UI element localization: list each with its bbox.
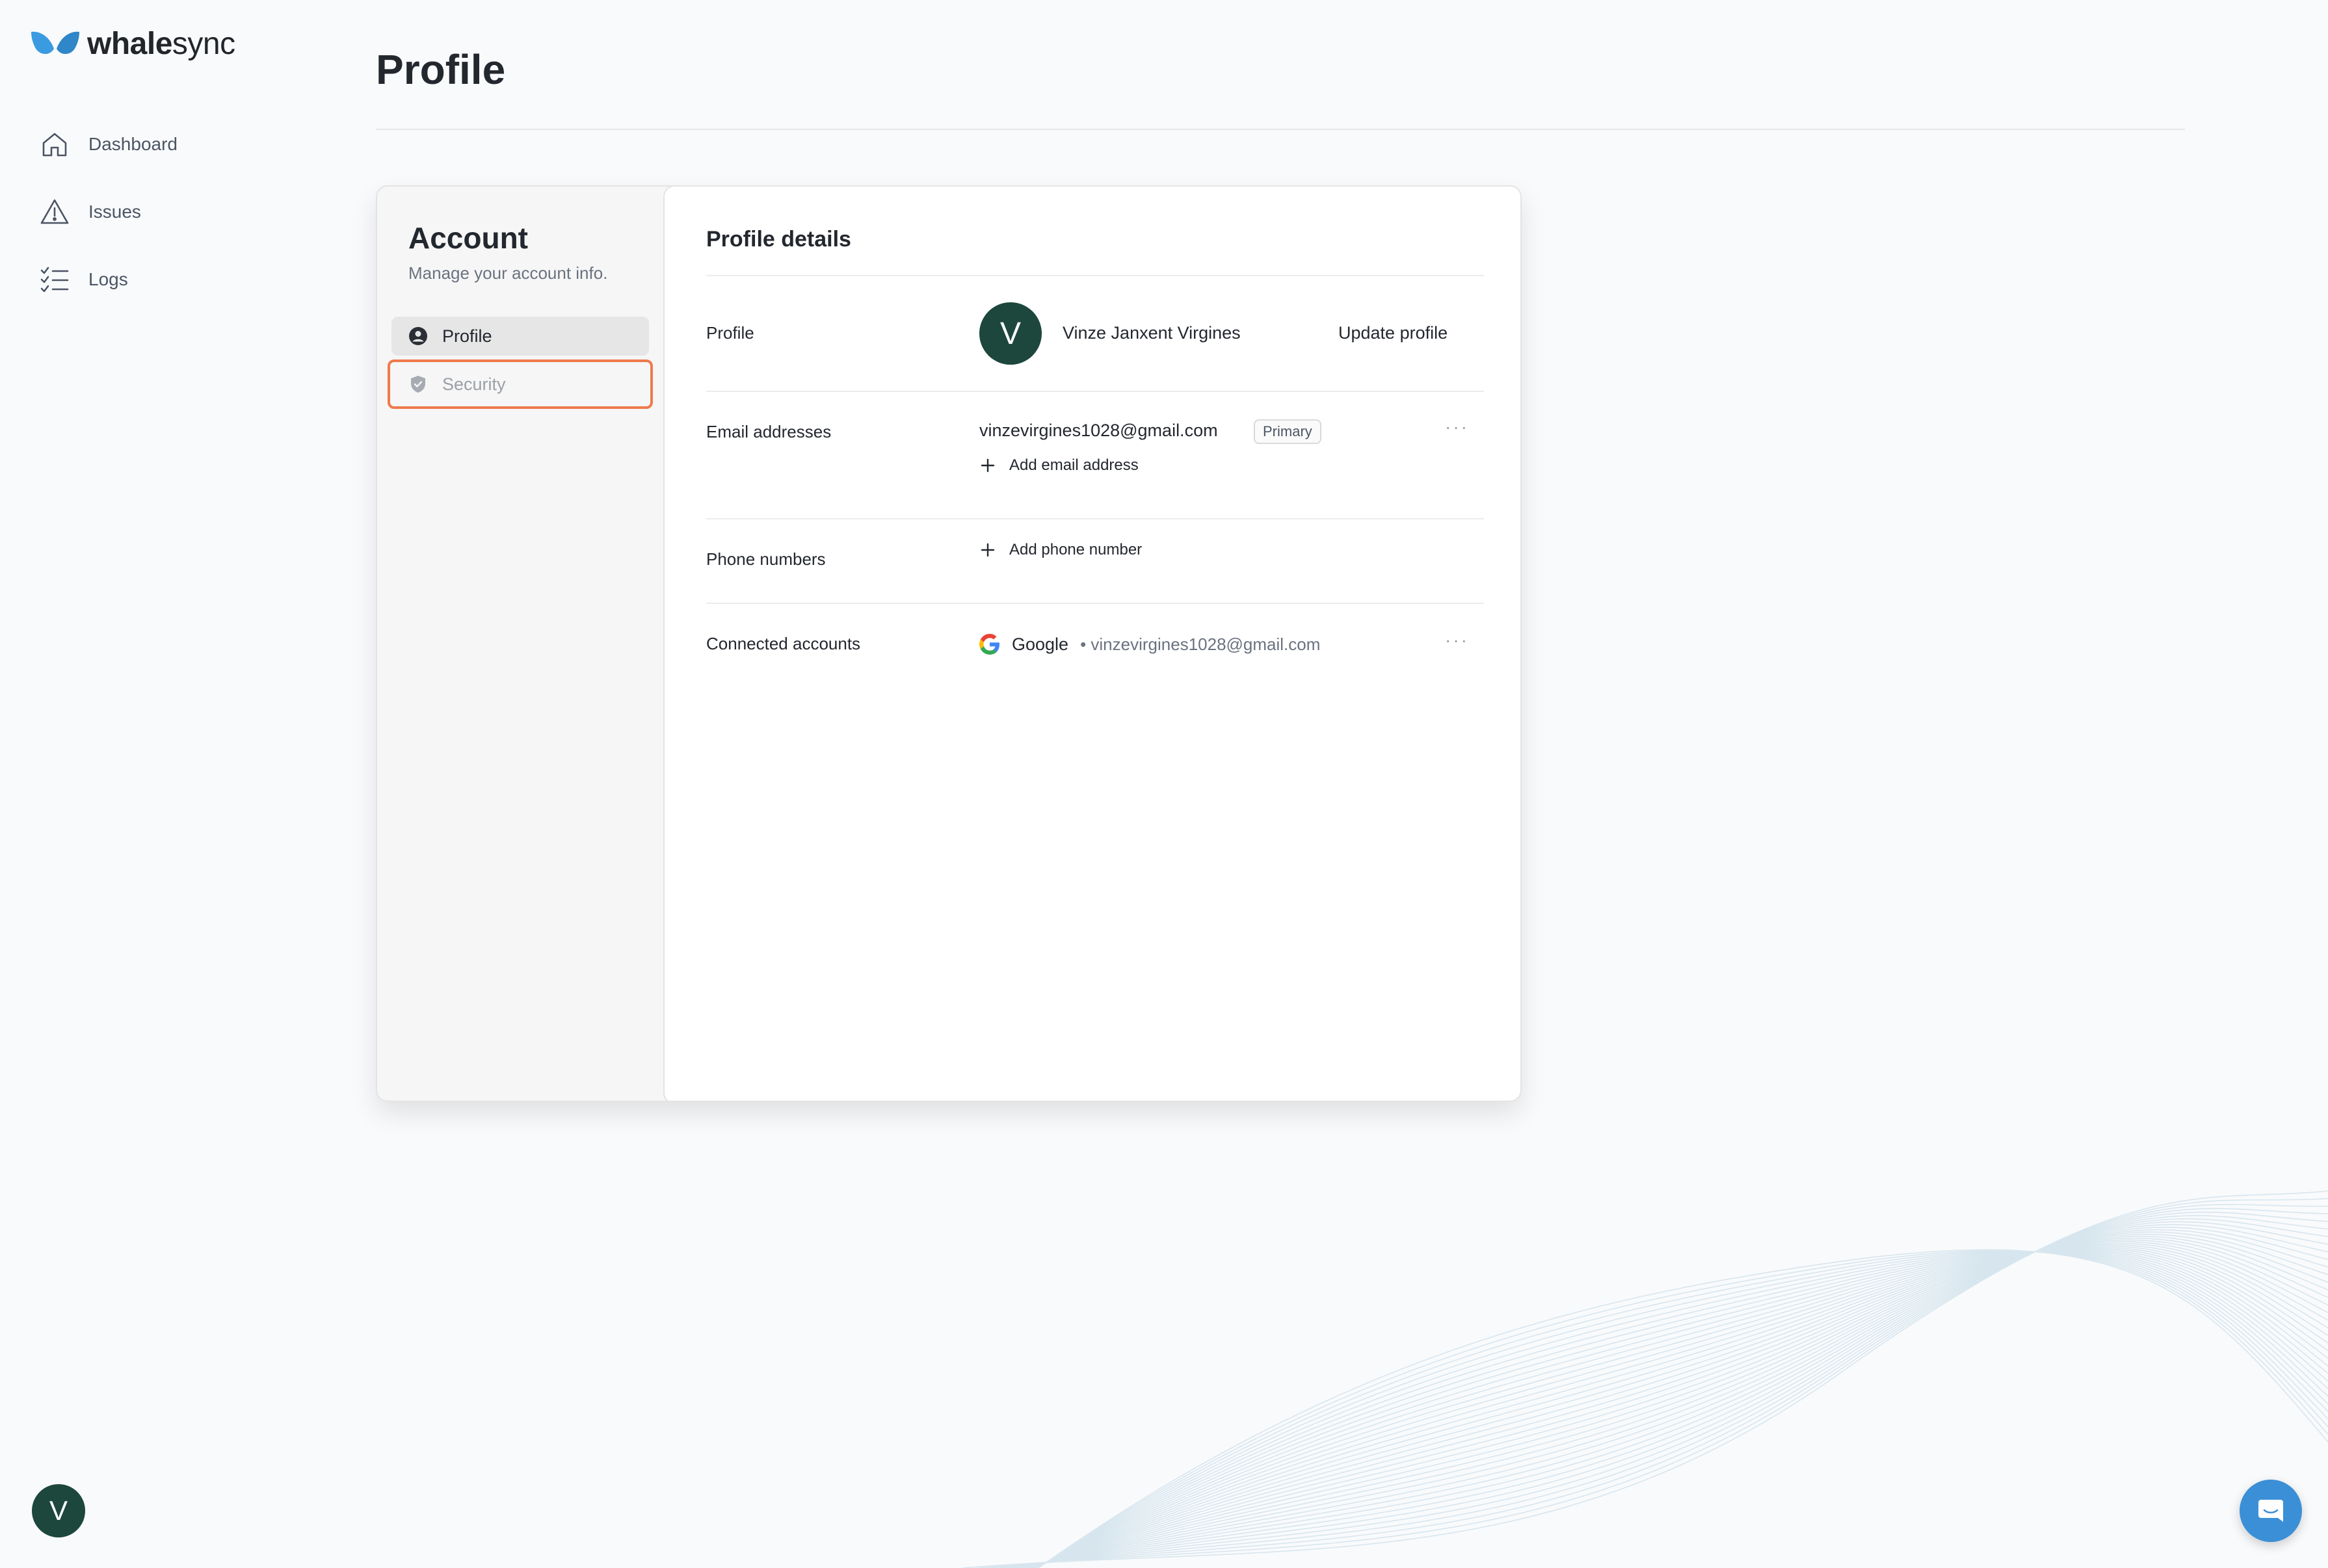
- wave-line: [1025, 1233, 2328, 1568]
- wave-line: [1037, 1249, 2328, 1568]
- connected-more-button[interactable]: ···: [1445, 630, 1469, 651]
- list-check-icon: [40, 267, 69, 293]
- section-divider: [706, 275, 1484, 276]
- profile-details-panel: Profile details Profile V Vinze Janxent …: [663, 187, 1520, 1101]
- wave-line: [1015, 1221, 2328, 1568]
- page-title: Profile: [376, 46, 506, 93]
- wave-line: [1037, 1249, 2328, 1568]
- update-profile-button[interactable]: Update profile: [1338, 323, 1448, 343]
- section-divider: [706, 603, 1484, 604]
- nav-item-logs[interactable]: Logs: [39, 246, 178, 313]
- account-sidebar: Account Manage your account info. Profil…: [377, 187, 663, 1101]
- wave-line: [1029, 1239, 2328, 1568]
- wave-line: [1034, 1249, 2328, 1568]
- section-divider: [706, 391, 1484, 392]
- wave-line: [1037, 1251, 2328, 1568]
- nav-item-issues[interactable]: Issues: [39, 178, 178, 246]
- plus-icon: [981, 543, 995, 557]
- account-menu-profile-label: Profile: [442, 326, 492, 346]
- add-email-label: Add email address: [1009, 456, 1139, 474]
- email-row-label: Email addresses: [706, 422, 832, 441]
- wave-line: [1035, 1250, 2328, 1568]
- shield-icon: [411, 376, 425, 393]
- wave-line: [1034, 1249, 2328, 1568]
- background-waves: [962, 1190, 2328, 1568]
- header-divider: [376, 129, 2185, 130]
- nav-item-dashboard[interactable]: Dashboard: [39, 111, 178, 178]
- wave-line: [1036, 1251, 2328, 1568]
- profile-row-label: Profile: [706, 323, 754, 343]
- profile-avatar: V: [979, 302, 1042, 365]
- wave-line: [1027, 1237, 2328, 1568]
- google-connected-account: Google • vinzevirgines1028@gmail.com: [979, 634, 1320, 655]
- account-menu-security[interactable]: Security: [388, 359, 653, 409]
- connected-row-label: Connected accounts: [706, 634, 861, 653]
- whale-tail-icon: [31, 31, 79, 54]
- primary-email: vinzevirgines1028@gmail.com: [979, 421, 1218, 440]
- wave-line: [1035, 1251, 2328, 1568]
- chat-icon: [2258, 1500, 2283, 1522]
- wave-line: [1033, 1248, 2328, 1568]
- account-subtitle: Manage your account info.: [408, 263, 608, 283]
- user-avatar[interactable]: V: [32, 1484, 85, 1537]
- wave-line: [1035, 1251, 2328, 1568]
- profile-full-name: Vinze Janxent Virgines: [1063, 323, 1241, 343]
- nav-label-issues: Issues: [88, 202, 141, 222]
- warning-icon: [40, 199, 69, 224]
- provider-name: Google: [1012, 634, 1069, 654]
- connected-email: • vinzevirgines1028@gmail.com: [1080, 634, 1321, 654]
- nav-label-logs: Logs: [88, 269, 128, 289]
- user-circle-icon: [409, 327, 427, 345]
- account-menu-profile[interactable]: Profile: [391, 317, 649, 356]
- add-phone-button[interactable]: Add phone number: [979, 541, 1142, 559]
- plus-icon: [981, 458, 995, 473]
- profile-details-title: Profile details: [706, 227, 851, 252]
- email-more-button[interactable]: ···: [1445, 417, 1469, 438]
- wave-line: [1037, 1250, 2328, 1568]
- home-icon: [42, 133, 67, 157]
- account-title: Account: [408, 221, 528, 255]
- sidebar-nav: Dashboard Issues Logs: [39, 111, 178, 313]
- wave-line: [1036, 1251, 2328, 1568]
- wave-line: [996, 1208, 2328, 1568]
- chat-launcher-button[interactable]: [2240, 1480, 2302, 1542]
- section-divider: [706, 518, 1484, 519]
- nav-label-dashboard: Dashboard: [88, 134, 178, 154]
- account-menu-security-label: Security: [442, 374, 506, 394]
- wave-line: [1030, 1242, 2328, 1568]
- add-email-button[interactable]: Add email address: [979, 456, 1139, 475]
- google-icon: [979, 634, 999, 655]
- primary-badge: Primary: [1254, 419, 1321, 444]
- brand-name: whalesync: [87, 27, 235, 61]
- brand-logo[interactable]: whalesync: [30, 26, 235, 62]
- account-card: Account Manage your account info. Profil…: [376, 185, 1522, 1102]
- phone-row-label: Phone numbers: [706, 549, 826, 569]
- add-phone-label: Add phone number: [1009, 541, 1143, 558]
